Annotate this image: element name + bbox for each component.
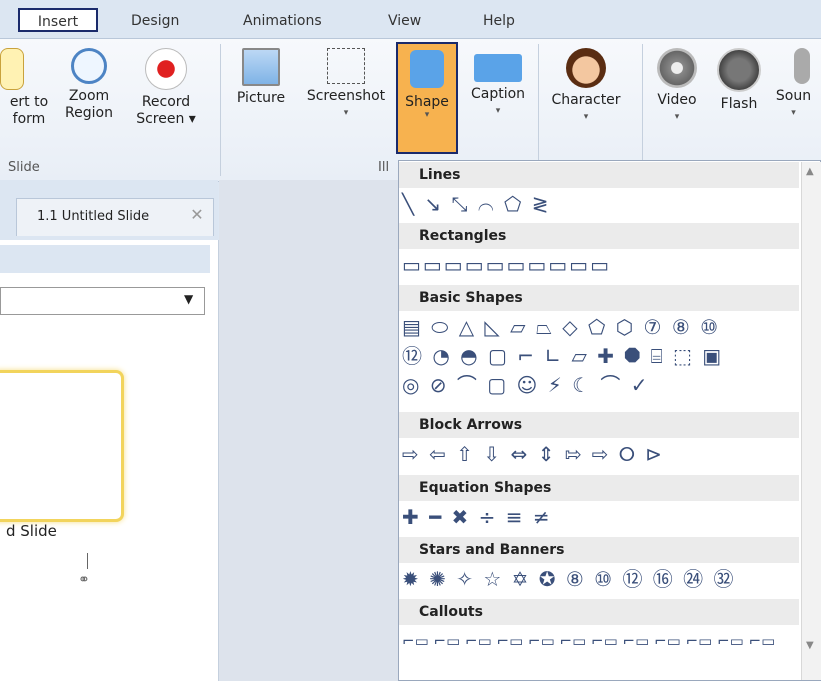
caption-icon [474,54,522,82]
record-screen-button[interactable]: Record Screen ▾ [126,44,206,128]
slide-panel-header [0,245,210,273]
category-basic-shapes: Basic Shapes [399,285,799,311]
category-stars-banners: Stars and Banners [399,537,799,563]
character-button[interactable]: Character ▾ [540,44,632,126]
magnifier-icon [71,48,107,84]
shape-row-rectangles[interactable]: ▭▭▭▭▭▭▭▭▭▭ [402,251,611,279]
slide-tab[interactable]: 1.1 Untitled Slide [16,198,214,236]
category-callouts: Callouts [399,599,799,625]
tab-animations[interactable]: Animations [243,10,322,32]
shape-row-stars[interactable]: ✹ ✺ ✧ ☆ ✡ ✪ ⑧ ⑩ ⑫ ⑯ ㉔ ㉜ [402,565,736,593]
shape-row-basic-2[interactable]: ⑫ ◔ ◓ ▢ ⌐ ∟ ▱ ✚ ⯃ ⌸ ⬚ ▣ [402,342,723,370]
screenshot-button[interactable]: Screenshot ▾ [297,44,395,122]
close-icon[interactable]: ✕ [188,206,206,224]
film-reel-icon [657,48,697,88]
slide-dropdown[interactable] [0,287,205,315]
shape-button[interactable]: Shape ▾ [396,42,458,154]
tab-insert[interactable]: Insert [18,8,98,32]
group-label-illustrations: Ill [378,160,390,175]
scroll-down-icon[interactable]: ▼ [806,640,814,651]
tab-view[interactable]: View [388,10,421,32]
shape-row-block-arrows[interactable]: ⇨ ⇦ ⇧ ⇩ ⇔ ⇕ ⇰ ⇨ ⭘ ⊳ [402,440,664,468]
video-button[interactable]: Video ▾ [646,44,708,126]
flash-button[interactable]: Flash [712,44,766,113]
group-separator [642,44,643,176]
category-block-arrows: Block Arrows [399,412,799,438]
caption-button[interactable]: Caption ▾ [461,44,535,120]
chevron-down-icon[interactable]: ▼ [184,292,193,306]
zoom-region-button[interactable]: Zoom Region [58,44,120,122]
shape-row-equation[interactable]: ✚ ━ ✖ ÷ ≡ ≠ [402,503,552,531]
record-icon [145,48,187,90]
group-label-slide: Slide [8,160,40,175]
slide-thumbnail[interactable] [0,370,124,522]
shape-row-lines[interactable]: ╲ ↘ ⤡ ⌒ ⬠ ≷ [402,190,551,218]
menu-scrollbar[interactable] [801,162,821,680]
slide-thumbnail-label: d Slide [6,522,57,540]
group-separator [538,44,539,176]
character-icon [566,48,606,88]
connector-line [87,553,88,569]
shape-row-callouts[interactable]: ⌐▭ ⌐▭ ⌐▭ ⌐▭ ⌐▭ ⌐▭ ⌐▭ ⌐▭ ⌐▭ ⌐▭ ⌐▭ ⌐▭ [402,627,775,655]
group-separator [220,44,221,176]
picture-icon [242,48,280,86]
scroll-up-icon[interactable]: ▲ [806,166,814,177]
canvas-area [219,180,399,681]
shape-icon [410,50,444,88]
tab-help[interactable]: Help [483,10,515,32]
tab-design[interactable]: Design [131,10,179,32]
form-icon [0,48,24,90]
category-equation-shapes: Equation Shapes [399,475,799,501]
screenshot-icon [327,48,365,84]
category-rectangles: Rectangles [399,223,799,249]
microphone-icon [794,48,810,84]
category-lines: Lines [399,162,799,188]
shape-row-basic-3[interactable]: ◎ ⊘ ⌒ ▢ ☺ ⚡ ☾ ⌒ ✓ [402,371,650,399]
picture-button[interactable]: Picture [226,44,296,107]
flash-icon [717,48,761,92]
shape-row-basic-1[interactable]: ▤ ⬭ △ ◺ ▱ ⏢ ◇ ⬠ ⬡ ⑦ ⑧ ⑩ [402,313,720,341]
sound-button[interactable]: Soun ▾ [766,44,821,122]
link-icon[interactable]: ⚭ [78,572,90,588]
insert-to-form-button[interactable]: ert to form [0,44,58,128]
